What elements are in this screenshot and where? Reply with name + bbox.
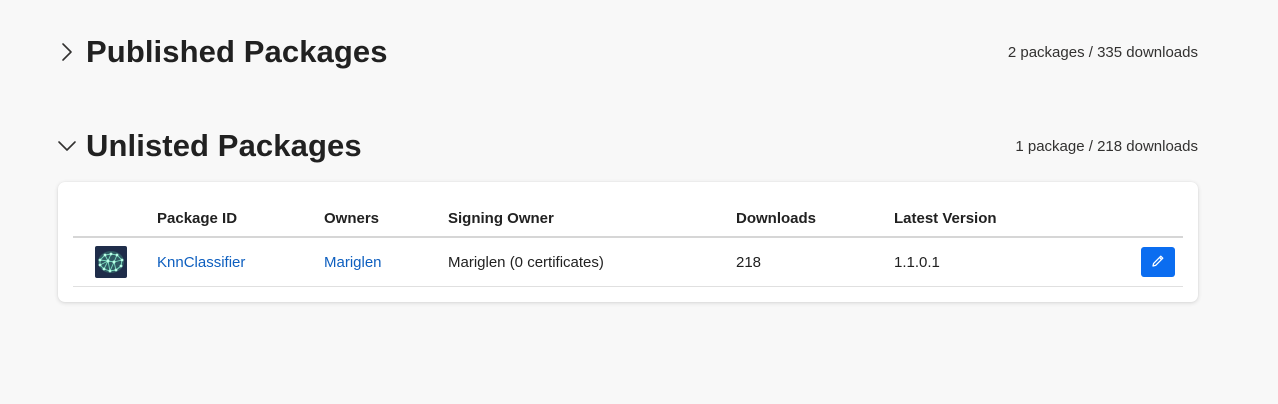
- package-id-cell: KnnClassifier: [157, 237, 324, 287]
- neural-network-package-icon: [95, 246, 127, 278]
- header-downloads: Downloads: [736, 200, 894, 238]
- chevron-down-icon[interactable]: [56, 135, 78, 157]
- action-cell: [1114, 237, 1183, 287]
- published-packages-header[interactable]: Published Packages 2 packages / 335 down…: [56, 30, 1198, 74]
- package-id-link[interactable]: KnnClassifier: [157, 254, 245, 271]
- header-icon-column: [73, 200, 157, 238]
- table-row: KnnClassifier Mariglen Mariglen (0 certi…: [73, 237, 1183, 287]
- latest-version-cell: 1.1.0.1: [894, 237, 1114, 287]
- edit-package-button[interactable]: [1141, 247, 1175, 277]
- chevron-right-icon[interactable]: [56, 41, 78, 63]
- package-icon-cell: [73, 237, 157, 287]
- unlisted-packages-card: Package ID Owners Signing Owner Download…: [58, 182, 1198, 302]
- downloads-cell: 218: [736, 237, 894, 287]
- header-signing-owner: Signing Owner: [448, 200, 736, 238]
- unlisted-packages-header[interactable]: Unlisted Packages 1 package / 218 downlo…: [56, 124, 1198, 168]
- header-latest-version: Latest Version: [894, 200, 1114, 238]
- signing-owner-cell: Mariglen (0 certificates): [448, 237, 736, 287]
- header-package-id: Package ID: [157, 200, 324, 238]
- table-header-row: Package ID Owners Signing Owner Download…: [73, 200, 1183, 238]
- owner-link[interactable]: Mariglen: [324, 254, 382, 271]
- header-action-column: [1114, 200, 1183, 238]
- pencil-icon: [1151, 254, 1165, 271]
- published-packages-stats: 2 packages / 335 downloads: [1007, 43, 1198, 61]
- owners-cell: Mariglen: [324, 237, 448, 287]
- header-owners: Owners: [324, 200, 448, 238]
- unlisted-packages-title[interactable]: Unlisted Packages: [86, 128, 362, 164]
- published-packages-title[interactable]: Published Packages: [86, 34, 388, 70]
- unlisted-packages-stats: 1 package / 218 downloads: [1015, 137, 1198, 155]
- packages-table: Package ID Owners Signing Owner Download…: [73, 200, 1183, 287]
